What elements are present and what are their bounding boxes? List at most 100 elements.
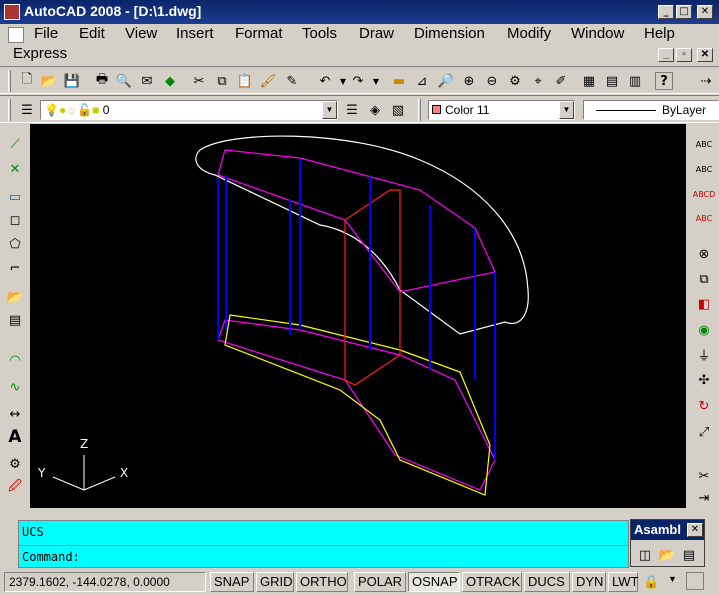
toolbar-grip[interactable] — [418, 99, 421, 121]
polygon-icon[interactable]: ⬠ — [5, 234, 25, 254]
status-toggle-otrack[interactable]: OTRACK — [462, 572, 522, 592]
3d-dwf-icon[interactable]: ◆ — [161, 72, 179, 90]
layer-states-icon[interactable]: ▧ — [389, 101, 407, 119]
menu-edit[interactable]: Edit — [79, 25, 105, 42]
menu-draw[interactable]: Draw — [359, 25, 394, 42]
make-block-icon[interactable]: ▤ — [5, 310, 25, 330]
menu-express[interactable]: Express — [13, 45, 67, 62]
polyline-icon[interactable]: ⌐ — [5, 258, 25, 278]
markup-icon[interactable]: ▤ — [603, 72, 621, 90]
menu-window[interactable]: Window — [571, 25, 624, 42]
zoom-extents-icon[interactable]: ⊖ — [483, 72, 501, 90]
palette-close-button[interactable]: ✕ — [687, 523, 703, 537]
document-icon[interactable] — [8, 27, 24, 43]
rotate-icon[interactable]: ↻ — [694, 396, 714, 416]
pan-realtime-icon[interactable]: ▬ — [390, 72, 408, 90]
tool-palettes-icon[interactable]: ✐ — [552, 72, 570, 90]
scale-text-icon[interactable]: ABC — [694, 208, 714, 228]
box-icon[interactable]: ◻ — [5, 210, 25, 230]
status-toggle-osnap[interactable]: OSNAP — [408, 572, 460, 592]
text-icon[interactable]: A — [5, 427, 25, 447]
plot-preview-icon[interactable]: 🔍 — [115, 72, 133, 90]
hatch-icon[interactable]: ⚙ — [5, 454, 25, 474]
copy-object-icon[interactable]: ⧉ — [694, 269, 714, 289]
status-toggle-dyn[interactable]: DYN — [572, 572, 606, 592]
help-icon[interactable]: ? — [655, 72, 673, 90]
zoom-previous-icon[interactable]: ⊕ — [460, 72, 478, 90]
publish-icon[interactable]: ✉ — [138, 72, 156, 90]
find-text-icon[interactable]: ABC — [694, 159, 714, 179]
rectangle-icon[interactable]: ▭ — [5, 187, 25, 207]
line-icon[interactable]: ⟋ — [5, 134, 25, 154]
maximize-button[interactable]: □ — [676, 5, 692, 19]
linetype-dropdown[interactable]: ByLayer — [583, 100, 719, 120]
doc-restore-button[interactable]: ▫ — [676, 48, 692, 62]
menu-dimension[interactable]: Dimension — [414, 25, 485, 42]
menu-file[interactable]: File — [34, 25, 58, 42]
zoom-window-icon[interactable]: 🔎 — [437, 72, 455, 90]
move-icon[interactable]: ✣ — [694, 370, 714, 390]
arc-icon[interactable]: ◠ — [5, 350, 25, 370]
lock-icon[interactable]: 🔒 — [643, 574, 659, 590]
spell-check-icon[interactable]: ABC — [694, 134, 714, 154]
toolbar-grip[interactable] — [8, 70, 11, 92]
offset-icon[interactable]: ◉ — [694, 320, 714, 340]
layer-manager-icon[interactable]: ☰ — [18, 101, 36, 119]
status-toggle-polar[interactable]: POLAR — [354, 572, 406, 592]
scale-icon[interactable]: ⤢ — [694, 422, 714, 442]
color-dropdown[interactable]: Color 11 ▼ — [428, 100, 575, 120]
trim-icon[interactable]: ✂ — [694, 466, 714, 486]
assembly-list-icon[interactable]: ▤ — [679, 545, 699, 565]
cut-icon[interactable]: ✂ — [190, 72, 208, 90]
redo-dropdown-icon[interactable]: ▼ — [367, 72, 385, 90]
extend-icon[interactable]: ⇥ — [694, 488, 714, 508]
chevron-down-icon[interactable]: ▼ — [559, 101, 574, 119]
status-toggle-ducs[interactable]: DUCS — [524, 572, 570, 592]
chevron-down-icon[interactable]: ▼ — [668, 574, 677, 584]
paste-icon[interactable]: 📋 — [236, 72, 254, 90]
autocad-app-icon[interactable] — [4, 4, 20, 20]
insert-block-icon[interactable]: 📂 — [5, 287, 25, 307]
array-icon[interactable]: ⏚ — [694, 344, 714, 364]
design-center-icon[interactable]: ⌖ — [529, 72, 547, 90]
properties-icon[interactable]: ⚙ — [506, 72, 524, 90]
assembly-open-icon[interactable]: 📂 — [657, 545, 677, 565]
toolbar-grip[interactable] — [8, 99, 11, 121]
doc-close-button[interactable]: ✕ — [697, 48, 713, 62]
xline-icon[interactable]: ✕ — [5, 159, 25, 179]
make-object-layer-current-icon[interactable]: ☰ — [343, 101, 361, 119]
drawing-canvas[interactable]: Z Y X — [30, 124, 686, 508]
doc-minimize-button[interactable]: _ — [658, 48, 674, 62]
zoom-realtime-icon[interactable]: ⊿ — [413, 72, 431, 90]
block-editor-icon[interactable]: ✎ — [283, 72, 301, 90]
menu-modify[interactable]: Modify — [507, 25, 551, 42]
copy-icon[interactable]: ⧉ — [213, 72, 231, 90]
close-button[interactable]: ✕ — [697, 5, 713, 19]
menu-tools[interactable]: Tools — [302, 25, 337, 42]
text-style-icon[interactable]: ABCD — [693, 184, 716, 204]
clean-screen-icon[interactable] — [686, 572, 704, 590]
status-toggle-ortho[interactable]: ORTHO — [296, 572, 348, 592]
command-prompt[interactable]: Command: — [22, 550, 80, 564]
quickcalc-icon[interactable]: ▥ — [626, 72, 644, 90]
layer-dropdown[interactable]: 💡●☼🔓■ 0 ▼ — [40, 100, 338, 120]
sheet-set-icon[interactable]: ▦ — [580, 72, 598, 90]
print-icon[interactable]: 🖶 — [93, 72, 111, 90]
menu-format[interactable]: Format — [235, 25, 283, 42]
status-toggle-grid[interactable]: GRID — [256, 572, 294, 592]
coordinate-readout[interactable]: 2379.1602, -144.0278, 0.0000 — [4, 572, 206, 592]
menu-help[interactable]: Help — [644, 25, 675, 42]
dimension-icon[interactable]: ↔ — [5, 404, 25, 424]
assembly-tool-1-icon[interactable]: ◫ — [635, 545, 655, 565]
command-window[interactable]: UCS Command: — [18, 520, 629, 568]
save-icon[interactable]: 💾 — [63, 72, 81, 90]
new-icon[interactable]: 🗋 — [18, 72, 36, 90]
status-toggle-lwt[interactable]: LWT — [608, 572, 638, 592]
status-toggle-snap[interactable]: SNAP — [210, 572, 254, 592]
undo-icon[interactable]: ↶ — [316, 72, 334, 90]
spline-icon[interactable]: ∿ — [5, 377, 25, 397]
redo-icon[interactable]: ↷ — [349, 72, 367, 90]
mirror-icon[interactable]: ◧ — [694, 294, 714, 314]
layer-previous-icon[interactable]: ◈ — [366, 101, 384, 119]
asamblare-palette[interactable]: Asambl ✕ ◫ 📂 ▤ — [630, 519, 705, 567]
